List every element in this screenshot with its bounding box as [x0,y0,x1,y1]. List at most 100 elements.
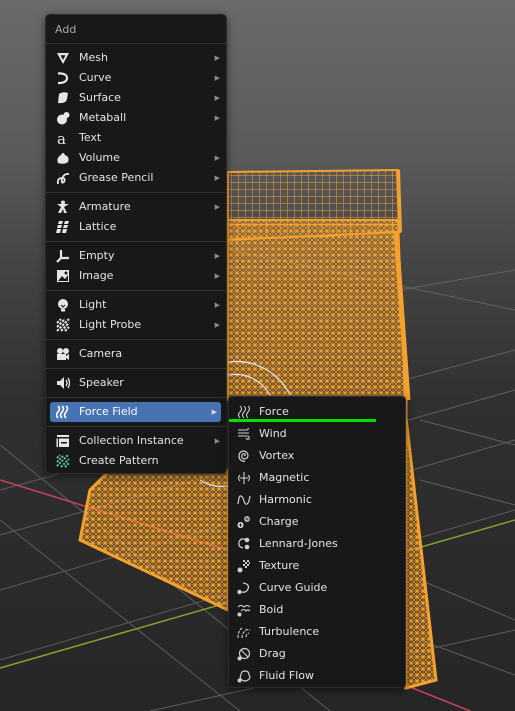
menu-item-label: Boid [259,603,284,616]
menu-item-label: Armature [79,200,131,213]
menu-separator [46,339,226,340]
menu-separator [46,397,226,398]
menu-item-label: Force [259,405,289,418]
menu-item-label: Image [79,269,114,282]
menu-item-light-probe[interactable]: Light Probe ▶ [46,315,226,335]
force-field-icon [56,405,70,419]
menu-item-volume[interactable]: Volume ▶ [46,148,226,168]
menu-item-label: Turbulence [259,625,320,638]
menu-item-charge[interactable]: Charge [229,511,405,533]
menu-item-image[interactable]: Image ▶ [46,266,226,286]
speaker-icon [56,376,70,390]
menu-item-label: Volume [79,151,120,164]
menu-item-light[interactable]: Light ▶ [46,295,226,315]
text-icon: a [56,131,70,145]
submenu-arrow-icon: ▶ [214,437,220,445]
submenu-arrow-icon: ▶ [214,321,220,329]
texture-icon [237,559,251,573]
mesh-cone-icon [56,51,70,65]
menu-item-texture[interactable]: Texture [229,555,405,577]
menu-separator [46,426,226,427]
menu-item-camera[interactable]: Camera [46,344,226,364]
menu-item-label: Drag [259,647,286,660]
menu-item-label: Speaker [79,376,124,389]
menu-item-mesh[interactable]: Mesh ▶ [46,48,226,68]
wind-icon [237,427,251,441]
harmonic-icon [237,493,251,507]
submenu-arrow-icon: ▶ [214,114,220,122]
menu-item-label: Force Field [79,405,138,418]
menu-item-vortex[interactable]: Vortex [229,445,405,467]
menu-item-speaker[interactable]: Speaker [46,373,226,393]
menu-item-label: Vortex [259,449,295,462]
surface-icon [56,91,70,105]
light-probe-icon [56,318,70,332]
submenu-arrow-icon: ▶ [214,54,220,62]
menu-separator [46,368,226,369]
force-field-items: Force Wind Vortex Magnetic Harmonic Charge Len… [229,397,405,687]
menu-item-wind[interactable]: Wind [229,423,405,445]
menu-item-label: Light Probe [79,318,142,331]
menu-item-grease-pencil[interactable]: Grease Pencil ▶ [46,168,226,188]
menu-item-create-pattern[interactable]: Create Pattern [46,451,226,471]
menu-item-label: Grease Pencil [79,171,154,184]
menu-separator [46,290,226,291]
menu-item-lennard-jones[interactable]: Lennard-Jones [229,533,405,555]
menu-item-fluid-flow[interactable]: Fluid Flow [229,665,405,687]
submenu-arrow-icon: ▶ [214,94,220,102]
fluid-flow-icon [237,669,251,683]
curve-icon [56,71,70,85]
armature-icon [56,200,70,214]
lennard-jones-icon [237,537,251,551]
menu-item-label: Empty [79,249,115,262]
submenu-arrow-icon: ▶ [214,154,220,162]
menu-item-harmonic[interactable]: Harmonic [229,489,405,511]
menu-item-label: Create Pattern [79,454,159,467]
camera-icon [56,347,70,361]
menu-item-armature[interactable]: Armature ▶ [46,197,226,217]
menu-item-collection-instance[interactable]: Collection Instance ▶ [46,431,226,451]
menu-item-lattice[interactable]: Lattice [46,217,226,237]
menu-item-label: Magnetic [259,471,310,484]
submenu-arrow-icon: ▶ [214,252,220,260]
create-pattern-icon [56,454,70,468]
menu-item-label: Light [79,298,107,311]
light-bulb-icon [56,298,70,312]
menu-item-drag[interactable]: Drag [229,643,405,665]
x-axis-line-far [404,684,471,711]
collection-instance-icon [56,434,70,448]
hover-highlight-line [229,419,376,422]
curve-guide-icon [237,581,251,595]
vortex-icon [237,449,251,463]
menu-item-metaball[interactable]: Metaball ▶ [46,108,226,128]
menu-item-label: Lattice [79,220,117,233]
force-icon [237,405,251,419]
menu-item-empty[interactable]: Empty ▶ [46,246,226,266]
menu-item-force-field[interactable]: Force Field ▶ [50,402,221,422]
image-icon [56,269,70,283]
menu-item-label: Collection Instance [79,434,184,447]
empty-axis-icon [56,249,70,263]
charge-icon [237,515,251,529]
menu-item-curve-guide[interactable]: Curve Guide [229,577,405,599]
menu-item-label: Surface [79,91,121,104]
menu-separator [46,241,226,242]
boid-icon [237,603,251,617]
volume-icon [56,151,70,165]
grease-pencil-icon [56,171,70,185]
menu-item-boid[interactable]: Boid [229,599,405,621]
svg-text:a: a [57,131,66,145]
menu-item-label: Mesh [79,51,108,64]
menu-item-text[interactable]: a Text [46,128,226,148]
menu-item-surface[interactable]: Surface ▶ [46,88,226,108]
force-field-submenu: Force Wind Vortex Magnetic Harmonic Charge Len… [228,396,406,688]
menu-item-curve[interactable]: Curve ▶ [46,68,226,88]
add-menu-items: Mesh ▶ Curve ▶ Surface ▶ Metaball ▶ a Text Volume ▶… [46,44,226,471]
menu-item-magnetic[interactable]: Magnetic [229,467,405,489]
submenu-arrow-icon: ▶ [211,408,217,416]
menu-item-label: Charge [259,515,299,528]
menu-item-turbulence[interactable]: Turbulence [229,621,405,643]
menu-item-label: Lennard-Jones [259,537,338,550]
menu-item-label: Texture [259,559,300,572]
turbulence-icon [237,625,251,639]
